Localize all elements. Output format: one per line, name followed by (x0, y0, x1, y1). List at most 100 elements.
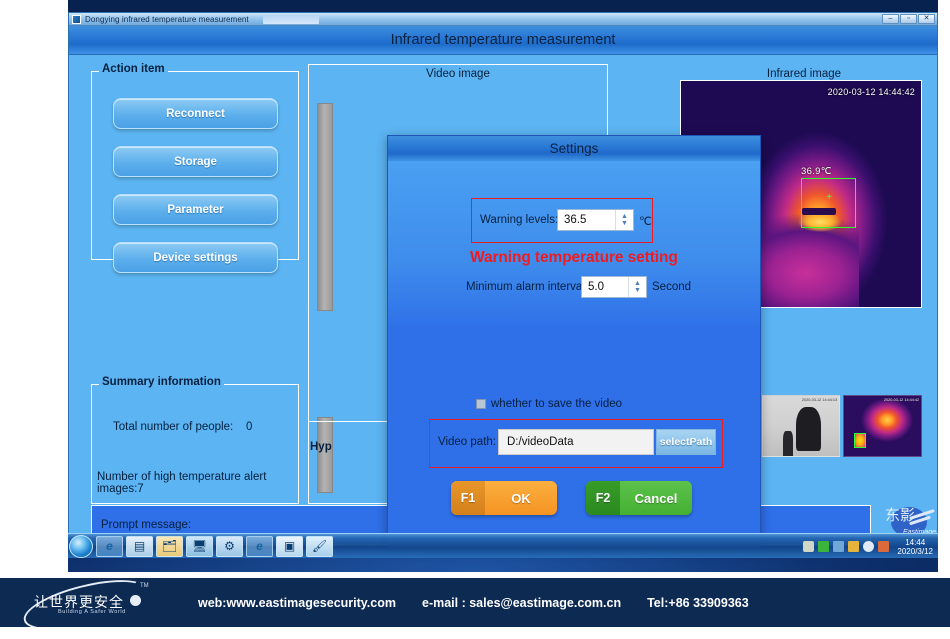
warning-level-spinner[interactable]: ▲ ▼ (557, 209, 634, 231)
start-button-icon[interactable] (69, 534, 93, 558)
network-icon[interactable]: ⚙ (216, 535, 243, 557)
eastimage-logo-cn: 东影 (885, 506, 916, 524)
left-white-margin (0, 0, 68, 572)
monitor-tray-icon[interactable] (818, 541, 830, 552)
thumbnail-3-calibrator (853, 433, 866, 448)
volume-icon[interactable] (863, 541, 875, 552)
application-window: Dongying infrared temperature measuremen… (68, 12, 938, 548)
parameter-button[interactable]: Parameter (113, 194, 278, 225)
infrared-timestamp: 2020-03-12 14:44:42 (827, 87, 915, 97)
minimize-button[interactable]: – (882, 14, 899, 24)
chevron-up-icon[interactable]: ▲ (634, 280, 641, 287)
taskbar-clock[interactable]: 14:44 2020/3/12 (897, 538, 933, 556)
maximize-button[interactable]: ▫ (900, 14, 917, 24)
ok-button-label: OK (511, 490, 531, 506)
settings-dialog: Settings Warning levels: ▲ ▼ ℃ Warning t… (387, 135, 761, 548)
video-path-label: Video path: (438, 436, 496, 448)
video-path-input[interactable] (499, 430, 653, 454)
paint-icon[interactable]: 🖌 (306, 535, 333, 557)
trademark-icon: TM (140, 582, 149, 589)
clock-time: 14:44 (905, 537, 926, 547)
warning-level-stepper[interactable]: ▲ ▼ (615, 210, 633, 230)
chevron-up-icon[interactable]: ▲ (621, 213, 628, 220)
total-people-label: Total number of people: (113, 421, 234, 433)
warning-level-label: Warning levels: (480, 214, 559, 226)
security-tray-icon[interactable] (833, 541, 845, 552)
device-settings-button[interactable]: Device settings (113, 242, 278, 273)
cancel-button-label: Cancel (634, 490, 678, 506)
alarm-interval-unit: Second (652, 281, 692, 293)
save-video-label: whether to save the video (491, 398, 623, 410)
cancel-button[interactable]: F2 Cancel (586, 481, 692, 515)
storage-button[interactable]: Storage (113, 146, 278, 177)
app-body: Action item Reconnect Storage Parameter … (69, 55, 937, 548)
total-people-row: Total number of people: 0 (113, 421, 321, 433)
window-icon[interactable]: ▣ (276, 535, 303, 557)
bottom-banner: 让世界更安全 Building A Safer World TM web:www… (0, 569, 950, 639)
action-item-group-label: Action item (99, 63, 168, 75)
thumbnail-3[interactable]: 2020-03-12 14:44:42 (843, 395, 923, 457)
internet-explorer-icon[interactable]: e (246, 535, 273, 557)
folder-icon[interactable]: 🗂 (156, 535, 183, 557)
thumbnail-2-timestamp: 2020-03-12 14:44:13 (802, 397, 838, 402)
warning-level-input[interactable] (558, 210, 615, 230)
thumbnail-2[interactable]: 2020-03-12 14:44:13 (761, 395, 841, 457)
alarm-interval-input[interactable] (582, 277, 628, 297)
close-button[interactable]: ✕ (918, 14, 935, 24)
notepad-icon[interactable]: ▤ (126, 535, 153, 557)
clock-date: 2020/3/12 (897, 546, 933, 556)
right-white-margin (938, 0, 950, 572)
display-icon[interactable]: 🖥 (186, 535, 213, 557)
measurement-crosshair-icon: + (826, 192, 833, 203)
total-people-value: 0 (245, 421, 253, 433)
save-video-row[interactable]: whether to save the video (476, 398, 622, 410)
screen: Dongying infrared temperature measuremen… (0, 0, 950, 639)
warning-tray-icon[interactable] (848, 541, 860, 552)
chevron-down-icon[interactable]: ▼ (621, 220, 628, 227)
video-placeholder-bar-top (317, 103, 333, 311)
infrared-image-label: Infrared image (766, 68, 842, 80)
banner-contact-info: web:www.eastimagesecurity.com e-mail : s… (198, 596, 749, 610)
measured-temperature: 36.9℃ (801, 165, 832, 177)
video-placeholder-bar-bottom (317, 417, 333, 493)
banner-email: e-mail : sales@eastimage.com.cn (422, 595, 622, 610)
alarm-interval-stepper[interactable]: ▲ ▼ (628, 277, 646, 297)
summary-information-group-label: Summary information (99, 376, 224, 388)
app-header: Infrared temperature measurement (69, 26, 937, 55)
action-center-icon[interactable] (878, 541, 890, 552)
alert-images-line: Number of high temperature alert images:… (97, 471, 267, 495)
thumbnail-2-tripod (782, 430, 793, 456)
window-controls: – ▫ ✕ (882, 14, 935, 24)
company-logo-dot (130, 594, 141, 606)
ok-shortcut-key: F1 (451, 481, 485, 515)
video-image-label: Video image (426, 68, 490, 80)
ok-button[interactable]: F1 OK (451, 481, 557, 515)
alarm-interval-label: Minimum alarm interval: (466, 281, 589, 293)
alarm-interval-spinner[interactable]: ▲ ▼ (581, 276, 647, 298)
company-logo: 让世界更安全 Building A Safer World TM (18, 569, 168, 639)
window-title-text: Dongying infrared temperature measuremen… (85, 14, 249, 24)
window-titlebar: Dongying infrared temperature measuremen… (69, 13, 937, 26)
video-path-field[interactable] (498, 429, 654, 455)
save-video-checkbox[interactable] (476, 399, 486, 409)
internet-explorer-icon[interactable]: e (96, 535, 123, 557)
summary-information-group: Summary information Total number of peop… (91, 376, 299, 504)
settings-dialog-body: Warning levels: ▲ ▼ ℃ Warning temperatur… (388, 161, 760, 548)
system-tray: 14:44 2020/3/12 (803, 534, 936, 559)
action-item-group: Action item Reconnect Storage Parameter … (91, 63, 299, 273)
reconnect-button[interactable]: Reconnect (113, 98, 278, 129)
banner-telephone: Tel:+86 33909363 (647, 595, 749, 610)
chevron-down-icon[interactable]: ▼ (634, 287, 641, 294)
thumbnail-2-person (796, 406, 821, 452)
settings-dialog-title: Settings (388, 136, 760, 161)
thumbnail-3-timestamp: 2020-03-12 14:44:42 (883, 397, 920, 402)
cancel-shortcut-key: F2 (586, 481, 620, 515)
titlebar-highlight (262, 14, 319, 24)
face-detection-box (801, 178, 857, 228)
warning-annotation-text: Warning temperature setting (470, 249, 678, 266)
warning-level-unit: ℃ (639, 216, 652, 228)
page-title: Infrared temperature measurement (390, 32, 616, 48)
company-logo-en: Building A Safer World (58, 608, 126, 615)
select-path-button[interactable]: selectPath (656, 429, 716, 455)
show-hidden-icons-icon[interactable] (803, 541, 815, 552)
